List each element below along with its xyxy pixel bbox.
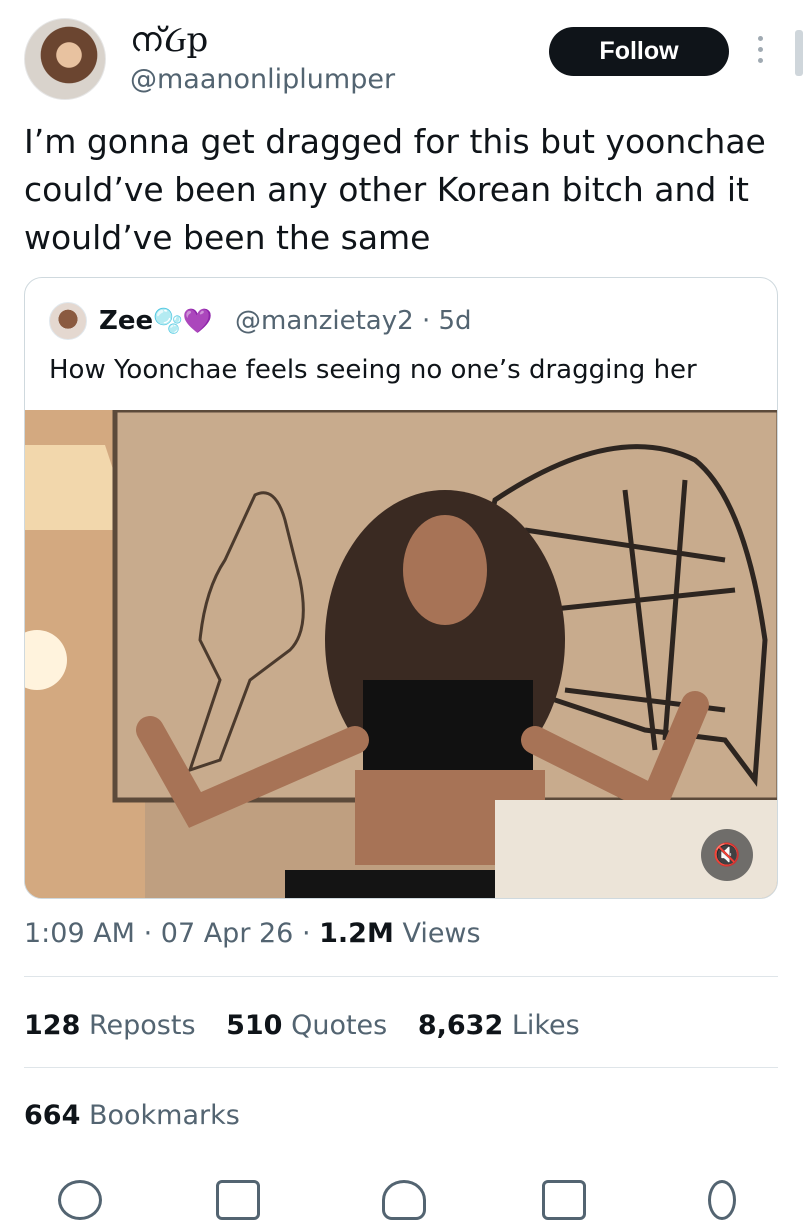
- engagement-stats: 128 Reposts 510 Quotes 8,632 Likes: [24, 1006, 602, 1046]
- quoted-video[interactable]: 🔇: [25, 410, 777, 898]
- like-icon[interactable]: [382, 1180, 426, 1220]
- quoted-author-name[interactable]: Zee: [99, 304, 153, 338]
- quotes-stat[interactable]: 510 Quotes: [226, 1010, 387, 1041]
- divider: [24, 1067, 778, 1068]
- follow-button[interactable]: Follow: [549, 27, 729, 76]
- reply-icon[interactable]: [58, 1180, 102, 1220]
- share-icon[interactable]: [708, 1180, 736, 1220]
- likes-label: Likes: [511, 1010, 580, 1041]
- quoted-tweet-card[interactable]: Zee 🫧💜 @manzietay2 · 5d How Yoonchae fee…: [24, 277, 778, 899]
- views-count: 1.2M: [319, 918, 394, 949]
- tweet-text: I’m gonna get dragged for this but yoonc…: [24, 122, 766, 257]
- quoted-author-emoji: 🫧💜: [153, 307, 213, 335]
- video-frame: [25, 410, 777, 898]
- more-options-icon[interactable]: [753, 36, 767, 70]
- bookmarks-stat[interactable]: 664 Bookmarks: [24, 1096, 240, 1136]
- author-handle[interactable]: @maanonliplumper: [130, 62, 395, 98]
- tweet-date[interactable]: 07 Apr 26: [161, 918, 294, 949]
- bookmarks-count: 664: [24, 1100, 81, 1131]
- reposts-count: 128: [24, 1010, 81, 1041]
- reposts-stat[interactable]: 128 Reposts: [24, 1010, 196, 1041]
- views-label: Views: [402, 918, 481, 949]
- tweet-meta: 1:09 AM · 07 Apr 26 · 1.2M Views: [24, 914, 481, 954]
- divider: [24, 976, 778, 977]
- quotes-count: 510: [226, 1010, 283, 1041]
- bookmarks-label: Bookmarks: [88, 1100, 240, 1131]
- quotes-label: Quotes: [291, 1010, 388, 1041]
- likes-stat[interactable]: 8,632 Likes: [418, 1010, 580, 1041]
- meta-separator: ·: [301, 918, 311, 949]
- bookmark-icon[interactable]: [542, 1180, 586, 1220]
- author-display-name[interactable]: ന്Ᏽp: [130, 20, 208, 60]
- mute-icon[interactable]: 🔇: [701, 829, 753, 881]
- author-avatar[interactable]: [24, 18, 106, 100]
- quoted-author-avatar[interactable]: [49, 302, 87, 340]
- quoted-tweet-text: How Yoonchae feels seeing no one’s dragg…: [49, 355, 697, 385]
- likes-count: 8,632: [417, 1010, 504, 1041]
- quoted-author-handle-line: @manzietay2 · 5d: [235, 304, 472, 338]
- reposts-label: Reposts: [88, 1010, 196, 1041]
- quoted-author-handle[interactable]: @manzietay2: [235, 306, 414, 336]
- tweet-time[interactable]: 1:09 AM: [24, 918, 135, 949]
- meta-separator: ·: [143, 918, 153, 949]
- quoted-age: 5d: [438, 306, 472, 336]
- repost-icon[interactable]: [216, 1180, 260, 1220]
- quoted-separator: ·: [421, 306, 431, 336]
- scrollbar[interactable]: [795, 30, 803, 76]
